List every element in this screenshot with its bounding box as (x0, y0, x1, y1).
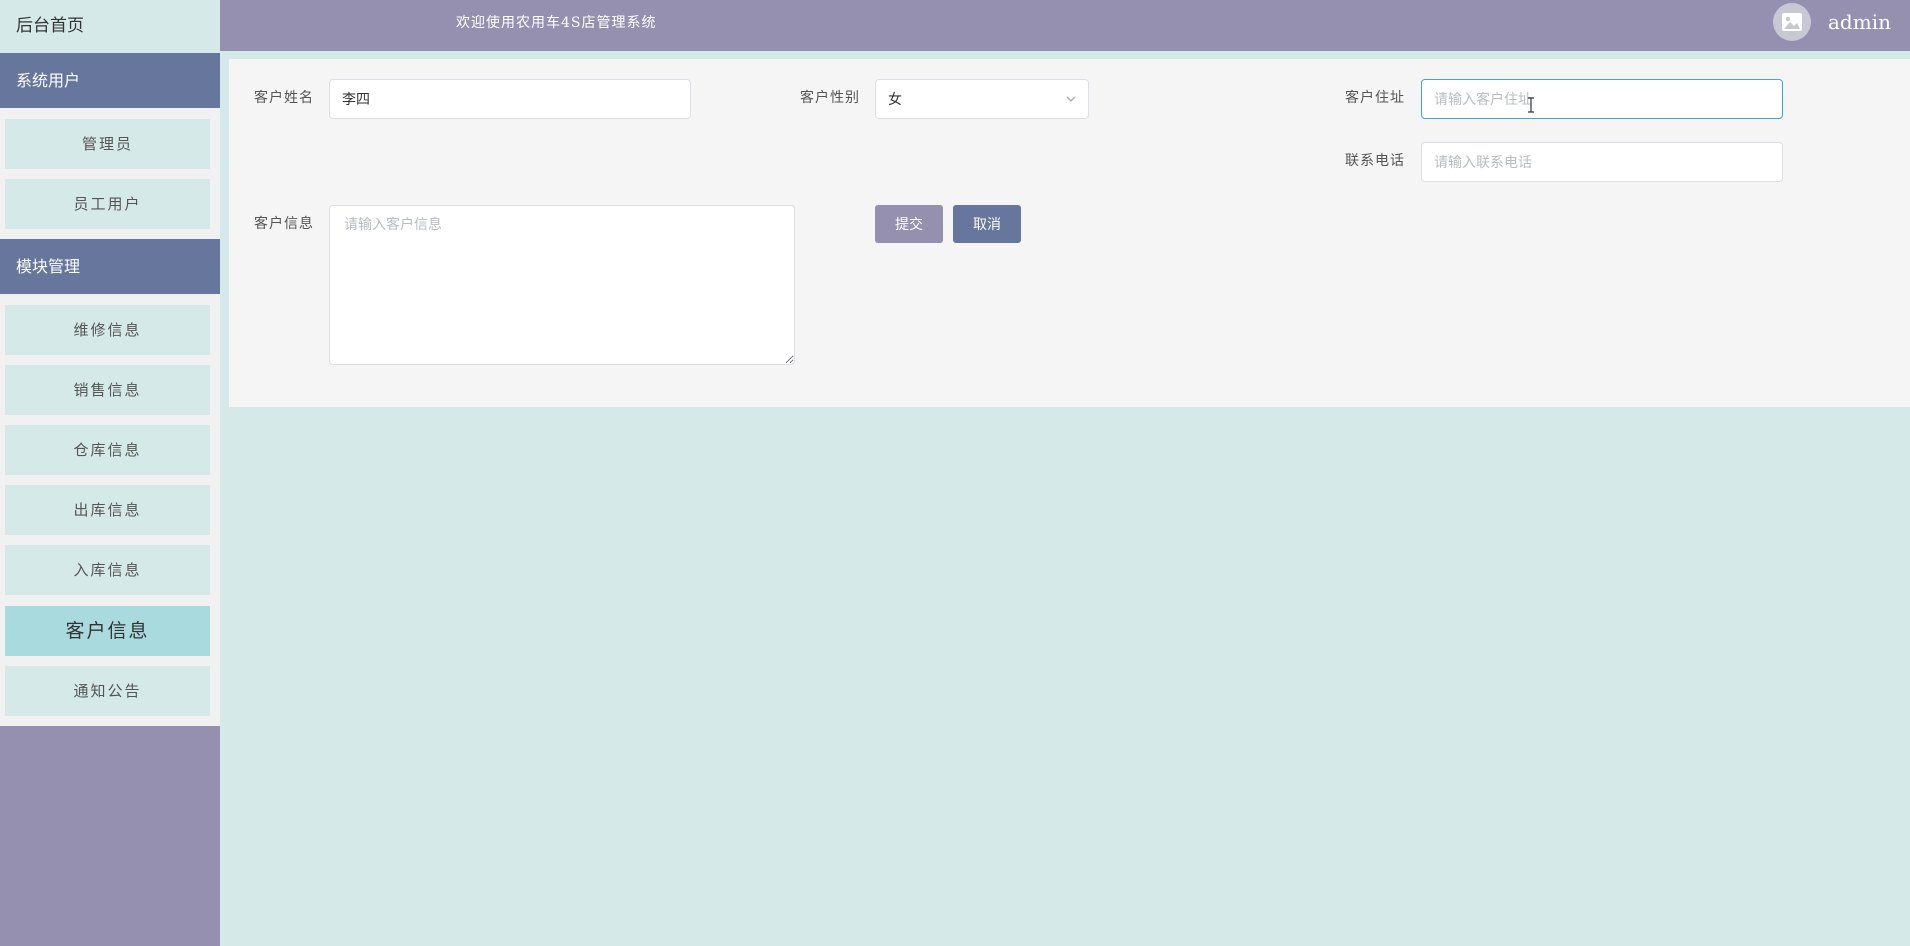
sidebar-item-customer-info[interactable]: 客户信息 (5, 606, 210, 656)
group-header-module-management[interactable]: 模块管理 (0, 239, 220, 294)
avatar[interactable] (1773, 3, 1811, 41)
top-bar: 欢迎使用农用车4S店管理系统 admin (220, 0, 1910, 51)
phone-label: 联系电话 (1345, 153, 1405, 169)
sidebar-item-outbound-info[interactable]: 出库信息 (5, 485, 210, 535)
sidebar-item-inbound-info[interactable]: 入库信息 (5, 545, 210, 595)
gender-value: 女 (888, 91, 902, 107)
cancel-button[interactable]: 取消 (953, 205, 1021, 243)
chevron-down-icon (1066, 96, 1076, 102)
group-header-system-users[interactable]: 系统用户 (0, 53, 220, 108)
sidebar-item-notices[interactable]: 通知公告 (5, 666, 210, 716)
address-input[interactable] (1421, 79, 1783, 119)
address-label: 客户住址 (1345, 90, 1405, 106)
info-textarea[interactable] (329, 205, 795, 365)
image-icon (1782, 13, 1802, 31)
gender-select[interactable]: 女 (875, 79, 1089, 119)
sidebar-item-warehouse-info[interactable]: 仓库信息 (5, 425, 210, 475)
customer-form-panel: 客户姓名 客户性别 女 客户住址 联系电话 客户信息 提交 取消 (229, 59, 1910, 407)
sidebar-item-repair-info[interactable]: 维修信息 (5, 305, 210, 355)
text-cursor-icon (1528, 97, 1534, 113)
phone-input[interactable] (1421, 142, 1783, 182)
gender-label: 客户性别 (800, 90, 860, 106)
submit-button[interactable]: 提交 (875, 205, 943, 243)
username[interactable]: admin (1828, 0, 1891, 44)
sidebar-home-link[interactable]: 后台首页 (0, 0, 220, 53)
welcome-text: 欢迎使用农用车4S店管理系统 (456, 15, 657, 31)
sidebar-item-staff-users[interactable]: 员工用户 (5, 179, 210, 229)
sidebar-menu: 系统用户 管理员 员工用户 模块管理 维修信息 销售信息 仓库信息 出库信息 入… (0, 53, 220, 726)
info-label: 客户信息 (254, 216, 314, 232)
sidebar: 后台首页 系统用户 管理员 员工用户 模块管理 维修信息 销售信息 仓库信息 出… (0, 0, 220, 946)
name-input[interactable] (329, 79, 691, 119)
name-label: 客户姓名 (254, 90, 314, 106)
sidebar-item-admin[interactable]: 管理员 (5, 119, 210, 169)
sidebar-item-sales-info[interactable]: 销售信息 (5, 365, 210, 415)
